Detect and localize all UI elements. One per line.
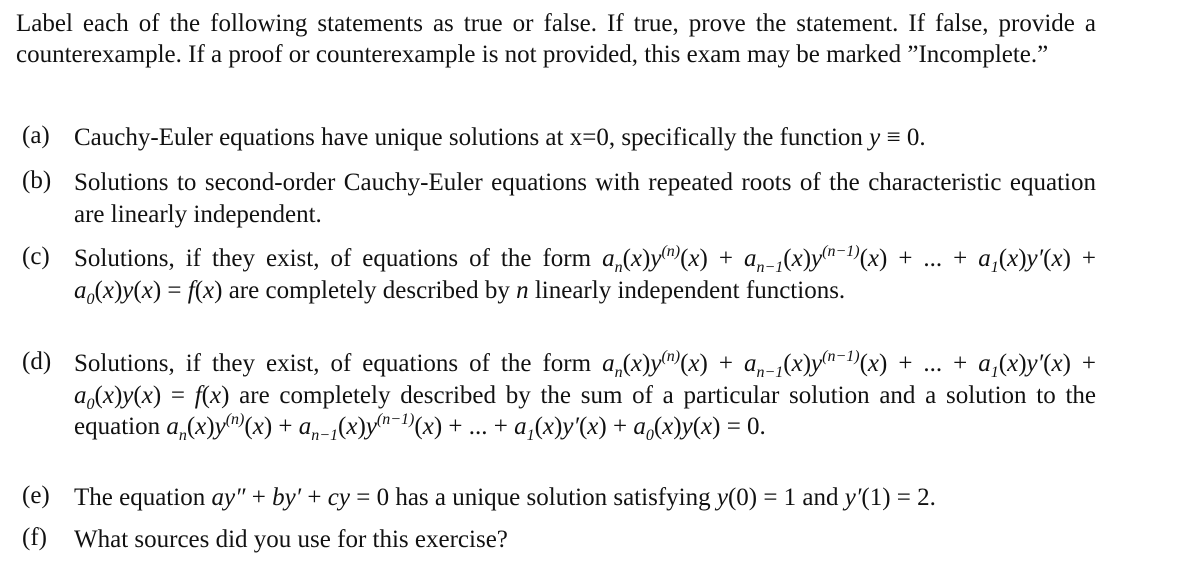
math-symbol: x (141, 381, 153, 409)
math-symbol: cy (327, 484, 350, 511)
math-symbol: x (542, 413, 555, 440)
math-symbol: y (122, 276, 134, 304)
math-symbol: y (122, 381, 134, 409)
math-symbol: x (791, 245, 803, 272)
statement-text: Solutions, if they exist, of equations o… (74, 348, 1096, 444)
math-subscript: 1 (526, 427, 535, 444)
math-symbol: y′ (1026, 245, 1044, 272)
statement-text: Solutions, if they exist, of equations o… (74, 243, 1096, 308)
math-symbol: f (187, 276, 195, 304)
math-symbol: x (346, 413, 358, 440)
math-symbol: x (688, 350, 700, 377)
statement-text: The equation ay″ + by′ + cy = 0 has a un… (74, 484, 936, 511)
math-symbol: a (602, 245, 615, 272)
math-symbol: f (194, 381, 202, 409)
math-symbol: x (1051, 245, 1063, 272)
math-subscript: n−1 (756, 259, 784, 276)
math-subscript: 1 (990, 259, 999, 276)
math-symbol: a (602, 350, 615, 377)
math-symbol: x (1007, 245, 1019, 272)
math-symbol: a (743, 245, 757, 272)
math-symbol: x (1051, 350, 1063, 377)
math-subscript: n (614, 364, 623, 381)
math-symbol: a (743, 350, 757, 377)
math-symbol: a (978, 350, 991, 377)
math-symbol: x (867, 350, 880, 377)
exam-page: Label each of the following statements a… (0, 0, 1200, 576)
math-symbol: y′ (562, 413, 579, 440)
statement-label: (b) (22, 167, 52, 194)
statement-d: (d) Solutions, if they exist, of equatio… (22, 348, 1096, 444)
instructions-paragraph: Label each of the following statements a… (16, 10, 1096, 68)
statement-c: (c) Solutions, if they exist, of equatio… (22, 243, 1096, 308)
math-symbol: y′ (1026, 350, 1044, 377)
math-superscript: (n−1) (822, 243, 860, 260)
math-symbol: x (630, 350, 642, 377)
math-symbol: y (650, 245, 662, 272)
math-symbol: a (298, 413, 312, 440)
statement-label: (f) (22, 524, 47, 551)
math-symbol: x (141, 276, 153, 304)
math-symbol: x (630, 245, 642, 272)
statement-label: (c) (22, 243, 50, 270)
statement-b: (b) Solutions to second-order Cauchy-Eul… (22, 167, 1096, 230)
math-subscript: 0 (645, 427, 654, 444)
math-symbol: a (74, 276, 87, 304)
statement-label: (a) (22, 122, 50, 149)
math-symbol: y (365, 413, 377, 440)
math-subscript: n−1 (756, 364, 784, 381)
math-symbol: by′ (272, 484, 302, 511)
math-symbol: x (688, 245, 700, 272)
math-symbol: ay″ (211, 484, 246, 511)
math-symbol: a (74, 381, 87, 409)
math-symbol: x (422, 413, 434, 440)
statement-text: What sources did you use for this exerci… (74, 526, 508, 553)
math-symbol: x (252, 413, 264, 440)
math-symbol: y (681, 413, 693, 440)
math-symbol: x (195, 413, 207, 440)
math-subscript: 0 (86, 290, 95, 308)
math-symbol: y′ (844, 484, 862, 511)
math-symbol: x (662, 413, 674, 440)
math-superscript: (n) (661, 348, 681, 365)
math-superscript: (n) (661, 243, 681, 260)
math-symbol: y (811, 245, 823, 272)
statement-a: (a) Cauchy-Euler equations have unique s… (22, 122, 1096, 154)
math-symbol: x (209, 381, 222, 409)
statement-label: (d) (22, 348, 52, 375)
math-symbol: y (869, 124, 881, 151)
statement-f: (f) What sources did you use for this ex… (22, 524, 1096, 556)
math-symbol: y (214, 413, 226, 440)
math-symbol: x (791, 350, 803, 377)
statement-e: (e) The equation ay″ + by′ + cy = 0 has … (22, 482, 1096, 514)
math-superscript: (n−1) (822, 348, 860, 365)
statement-label: (e) (22, 482, 50, 509)
math-subscript: 1 (990, 364, 999, 381)
math-symbol: x (102, 276, 114, 304)
math-symbol: a (514, 413, 527, 440)
math-superscript: (n−1) (376, 411, 415, 428)
math-symbol: y (716, 484, 728, 511)
math-symbol: a (633, 413, 646, 440)
math-subscript: 0 (86, 395, 95, 413)
math-symbol: y (811, 350, 823, 377)
math-symbol: x (102, 381, 114, 409)
math-symbol: y (650, 350, 662, 377)
math-subscript: n−1 (311, 427, 339, 444)
math-subscript: n (614, 259, 623, 276)
statement-text: Cauchy-Euler equations have unique solut… (74, 124, 926, 151)
math-symbol: x (203, 276, 215, 304)
math-symbol: n (516, 276, 529, 304)
math-symbol: a (978, 245, 991, 272)
math-symbol: x (1007, 350, 1019, 377)
math-symbol: x (587, 413, 599, 440)
math-symbol: a (166, 413, 179, 440)
math-subscript: n (178, 427, 187, 444)
math-symbol: x (867, 245, 880, 272)
math-symbol: x (701, 413, 713, 440)
statement-text: Solutions to second-order Cauchy-Euler e… (74, 169, 1096, 228)
math-superscript: (n) (225, 411, 245, 428)
